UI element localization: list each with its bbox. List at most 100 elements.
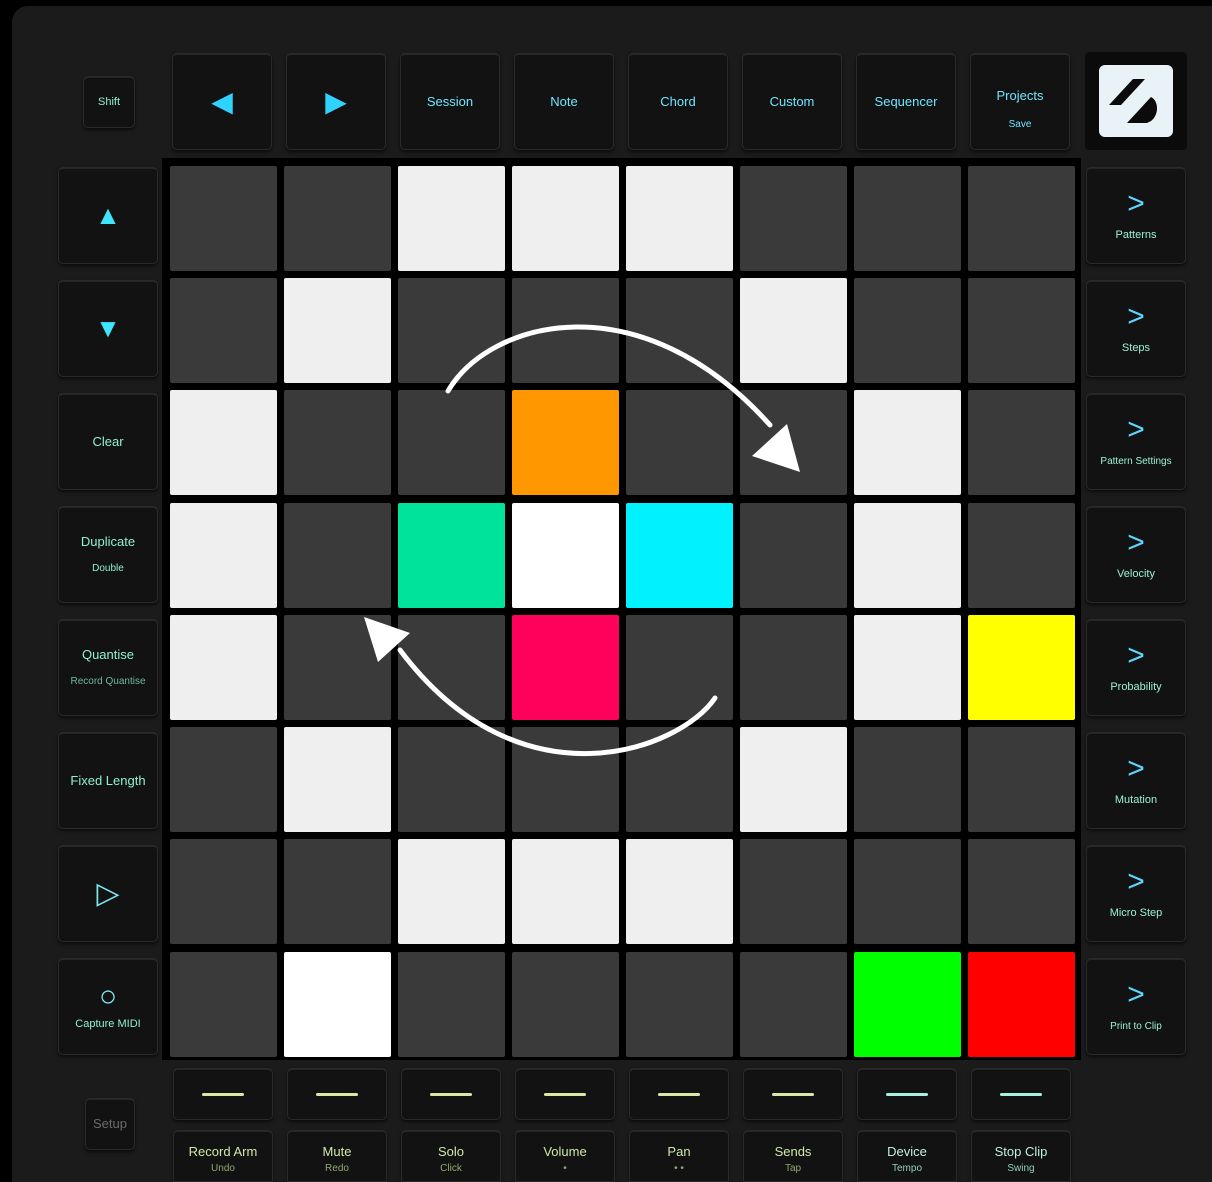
pad-r6-c4[interactable] xyxy=(512,727,619,832)
mixer-button-2[interactable]: Mute Redo xyxy=(287,1130,387,1182)
pad-r8-c2[interactable] xyxy=(284,952,391,1057)
custom-button[interactable]: Custom xyxy=(742,53,842,150)
pad-r4-c2[interactable] xyxy=(284,503,391,608)
down-button[interactable]: ▼ xyxy=(58,280,158,377)
pad-r3-c1[interactable] xyxy=(170,390,277,495)
record-button[interactable]: ○ Capture MIDI xyxy=(58,958,158,1055)
pad-r7-c2[interactable] xyxy=(284,839,391,944)
right-arrow-button[interactable]: ▶ xyxy=(286,53,386,150)
right-button-4[interactable]: > Velocity xyxy=(1086,506,1186,603)
pad-r3-c5[interactable] xyxy=(626,390,733,495)
pad-r3-c7[interactable] xyxy=(854,390,961,495)
sequencer-button[interactable]: Sequencer xyxy=(856,53,956,150)
pad-r2-c5[interactable] xyxy=(626,278,733,383)
pad-r6-c3[interactable] xyxy=(398,727,505,832)
right-button-7[interactable]: > Micro Step xyxy=(1086,845,1186,942)
pad-r4-c5[interactable] xyxy=(626,503,733,608)
pad-r6-c6[interactable] xyxy=(740,727,847,832)
mixer-button-4[interactable]: Volume • xyxy=(515,1130,615,1182)
mixer-button-3[interactable]: Solo Click xyxy=(401,1130,501,1182)
mixer-button-5[interactable]: Pan • • xyxy=(629,1130,729,1182)
chord-button[interactable]: Chord xyxy=(628,53,728,150)
pad-r5-c2[interactable] xyxy=(284,615,391,720)
pad-r8-c4[interactable] xyxy=(512,952,619,1057)
clear-button[interactable]: Clear xyxy=(58,393,158,490)
pad-r4-c1[interactable] xyxy=(170,503,277,608)
pad-r4-c8[interactable] xyxy=(968,503,1075,608)
pad-r1-c3[interactable] xyxy=(398,166,505,271)
pad-r5-c6[interactable] xyxy=(740,615,847,720)
quantise-button[interactable]: Quantise Record Quantise xyxy=(58,619,158,716)
right-button-5[interactable]: > Probability xyxy=(1086,619,1186,716)
pad-r8-c7[interactable] xyxy=(854,952,961,1057)
pad-r7-c3[interactable] xyxy=(398,839,505,944)
fixed-length-button[interactable]: Fixed Length xyxy=(58,732,158,829)
pad-r2-c7[interactable] xyxy=(854,278,961,383)
setup-button[interactable]: Setup xyxy=(85,1098,135,1150)
pad-r7-c5[interactable] xyxy=(626,839,733,944)
pad-r8-c1[interactable] xyxy=(170,952,277,1057)
shift-button[interactable]: Shift xyxy=(83,76,135,128)
pad-r1-c5[interactable] xyxy=(626,166,733,271)
pad-r6-c7[interactable] xyxy=(854,727,961,832)
right-button-2[interactable]: > Steps xyxy=(1086,280,1186,377)
pad-r7-c8[interactable] xyxy=(968,839,1075,944)
up-button[interactable]: ▲ xyxy=(58,167,158,264)
pad-r4-c4[interactable] xyxy=(512,503,619,608)
pad-r6-c2[interactable] xyxy=(284,727,391,832)
mixer-button-7[interactable]: Device Tempo xyxy=(857,1130,957,1182)
pad-r3-c2[interactable] xyxy=(284,390,391,495)
pad-r1-c8[interactable] xyxy=(968,166,1075,271)
pad-r2-c2[interactable] xyxy=(284,278,391,383)
pad-r8-c6[interactable] xyxy=(740,952,847,1057)
pad-r2-c6[interactable] xyxy=(740,278,847,383)
projects-button[interactable]: Projects Save xyxy=(970,53,1070,150)
duplicate-button[interactable]: Duplicate Double xyxy=(58,506,158,603)
pad-r2-c4[interactable] xyxy=(512,278,619,383)
pad-r6-c8[interactable] xyxy=(968,727,1075,832)
pad-r7-c7[interactable] xyxy=(854,839,961,944)
pad-r2-c8[interactable] xyxy=(968,278,1075,383)
pad-r3-c8[interactable] xyxy=(968,390,1075,495)
pad-r3-c4[interactable] xyxy=(512,390,619,495)
pad-r1-c1[interactable] xyxy=(170,166,277,271)
pad-r1-c4[interactable] xyxy=(512,166,619,271)
pad-r5-c1[interactable] xyxy=(170,615,277,720)
pad-r1-c7[interactable] xyxy=(854,166,961,271)
note-button[interactable]: Note xyxy=(514,53,614,150)
pad-r6-c1[interactable] xyxy=(170,727,277,832)
left-arrow-button[interactable]: ◀ xyxy=(172,53,272,150)
pad-r8-c5[interactable] xyxy=(626,952,733,1057)
pad-r4-c7[interactable] xyxy=(854,503,961,608)
pad-r7-c4[interactable] xyxy=(512,839,619,944)
novation-logo-button[interactable] xyxy=(1085,52,1187,150)
track-select-button-6[interactable] xyxy=(743,1068,843,1120)
pad-r5-c3[interactable] xyxy=(398,615,505,720)
pad-r5-c4[interactable] xyxy=(512,615,619,720)
pad-r5-c8[interactable] xyxy=(968,615,1075,720)
mixer-button-8[interactable]: Stop Clip Swing xyxy=(971,1130,1071,1182)
pad-r8-c8[interactable] xyxy=(968,952,1075,1057)
pad-r2-c3[interactable] xyxy=(398,278,505,383)
track-select-button-7[interactable] xyxy=(857,1068,957,1120)
pad-r3-c3[interactable] xyxy=(398,390,505,495)
track-select-button-5[interactable] xyxy=(629,1068,729,1120)
right-button-6[interactable]: > Mutation xyxy=(1086,732,1186,829)
right-button-8[interactable]: > Print to Clip xyxy=(1086,958,1186,1055)
right-button-3[interactable]: > Pattern Settings xyxy=(1086,393,1186,490)
track-select-button-8[interactable] xyxy=(971,1068,1071,1120)
pad-r4-c3[interactable] xyxy=(398,503,505,608)
pad-r6-c5[interactable] xyxy=(626,727,733,832)
pad-r2-c1[interactable] xyxy=(170,278,277,383)
track-select-button-3[interactable] xyxy=(401,1068,501,1120)
pad-r1-c2[interactable] xyxy=(284,166,391,271)
track-select-button-1[interactable] xyxy=(173,1068,273,1120)
track-select-button-4[interactable] xyxy=(515,1068,615,1120)
pad-r4-c6[interactable] xyxy=(740,503,847,608)
mixer-button-1[interactable]: Record Arm Undo xyxy=(173,1130,273,1182)
right-button-1[interactable]: > Patterns xyxy=(1086,167,1186,264)
mixer-button-6[interactable]: Sends Tap xyxy=(743,1130,843,1182)
play-button[interactable]: ▷ xyxy=(58,845,158,942)
session-button[interactable]: Session xyxy=(400,53,500,150)
pad-r1-c6[interactable] xyxy=(740,166,847,271)
